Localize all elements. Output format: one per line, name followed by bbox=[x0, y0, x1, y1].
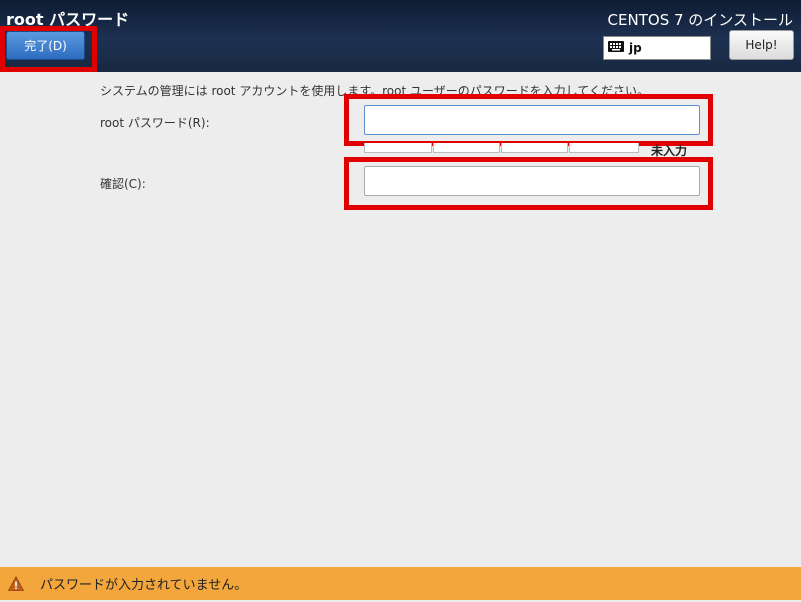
status-bar: パスワードが入力されていません。 bbox=[0, 567, 801, 600]
done-button[interactable]: 完了(D) bbox=[6, 31, 85, 60]
keyboard-icon bbox=[608, 41, 624, 55]
password-label: root パスワード(R): bbox=[100, 116, 210, 130]
header-bar: root パスワード 完了(D) CENTOS 7 のインストール jp Hel… bbox=[0, 0, 801, 72]
strength-meter-segment bbox=[433, 143, 500, 153]
root-password-input[interactable] bbox=[364, 105, 700, 135]
confirm-password-input[interactable] bbox=[364, 166, 700, 196]
description-text: システムの管理には root アカウントを使用します。root ユーザーのパスワ… bbox=[100, 84, 650, 98]
keyboard-layout-indicator[interactable]: jp bbox=[603, 36, 711, 60]
confirm-label: 確認(C): bbox=[100, 177, 146, 191]
strength-label: 未入力 bbox=[651, 144, 688, 158]
strength-meter-segment bbox=[364, 143, 432, 153]
warning-icon bbox=[8, 575, 24, 591]
strength-meter-segment bbox=[501, 143, 568, 153]
install-title: CENTOS 7 のインストール bbox=[607, 11, 793, 29]
help-button[interactable]: Help! bbox=[729, 30, 794, 60]
keyboard-layout-label: jp bbox=[629, 41, 642, 55]
status-message: パスワードが入力されていません。 bbox=[40, 578, 248, 593]
page-title: root パスワード bbox=[6, 10, 130, 29]
strength-meter-segment bbox=[569, 143, 639, 153]
